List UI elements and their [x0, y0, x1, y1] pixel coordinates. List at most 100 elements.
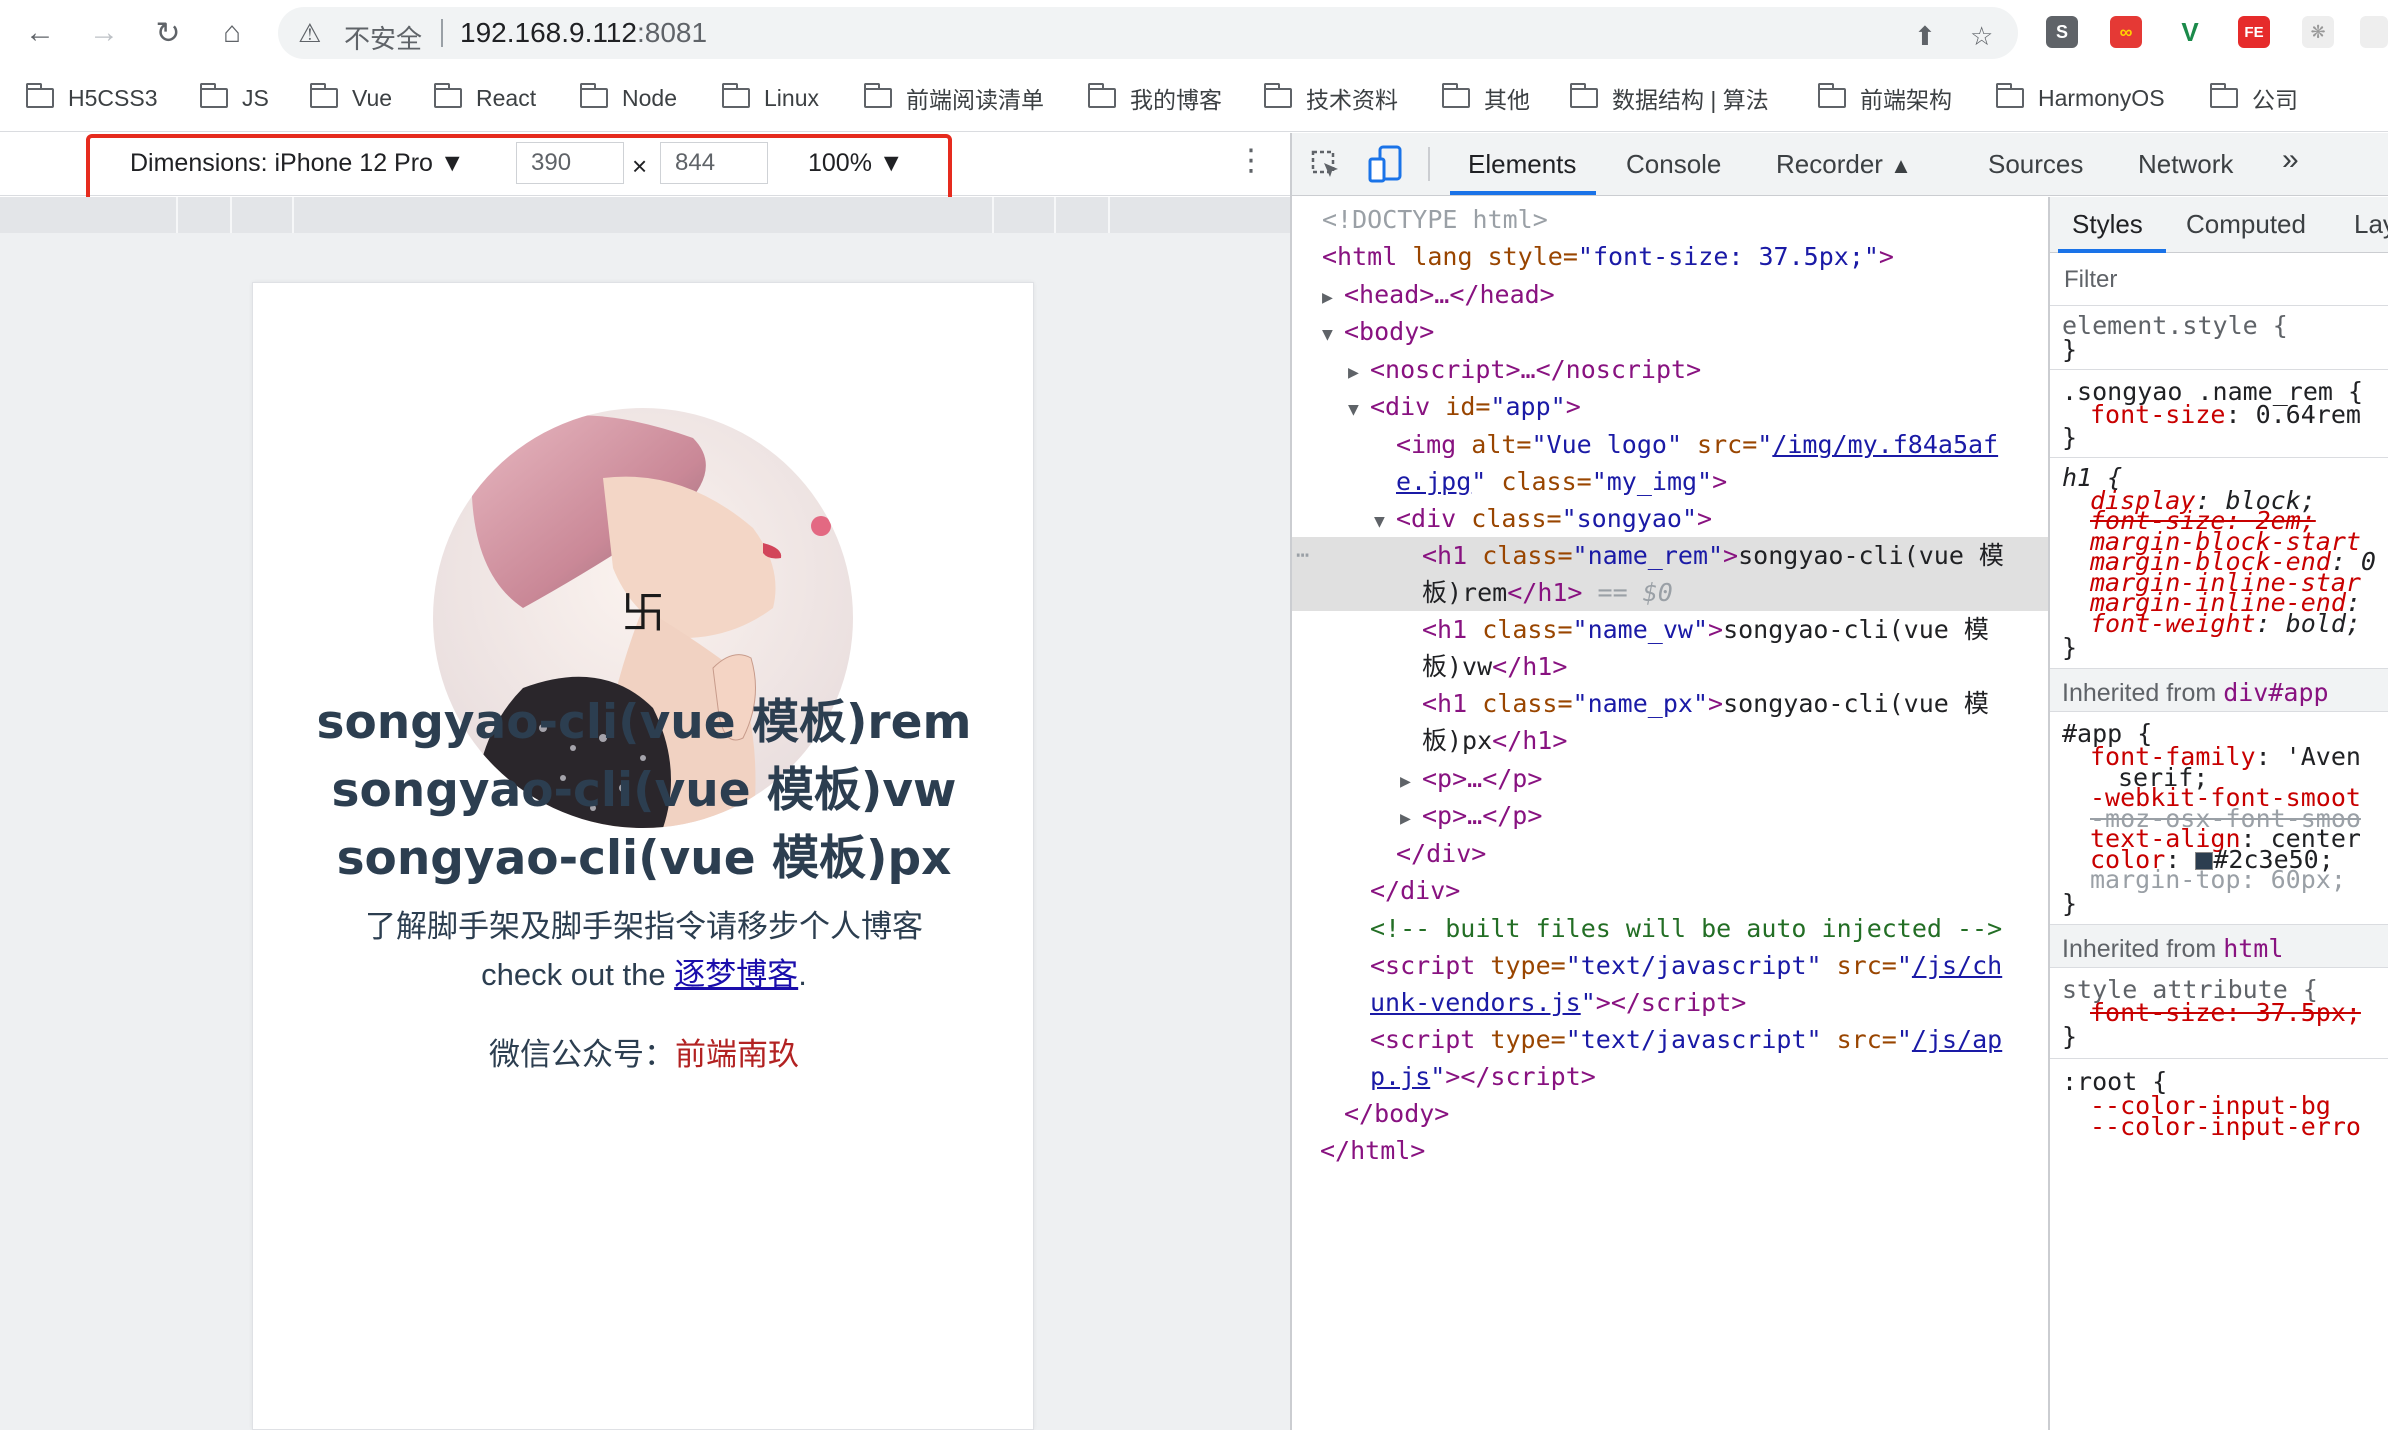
address-bar[interactable]: ⚠ 不安全 192.168.9.112:8081 ⬆ ☆: [278, 7, 2018, 59]
dom-div-close[interactable]: </div>: [1396, 835, 2152, 872]
bookmark-folder[interactable]: Vue: [310, 80, 392, 116]
ruler-segment[interactable]: [992, 197, 994, 233]
bookmark-folder[interactable]: 公司: [2210, 80, 2298, 116]
expand-arrow-icon[interactable]: ▶: [1348, 354, 1370, 391]
dom-head[interactable]: ▶ <head>…</head>: [1322, 276, 2078, 313]
extension-overflow-icon[interactable]: [2360, 16, 2388, 48]
vendors-link-cont[interactable]: unk-vendors.js: [1370, 988, 1581, 1017]
tab-sources[interactable]: Sources: [1988, 149, 2083, 180]
folder-icon: [2210, 83, 2238, 108]
style-attribute-prop[interactable]: font-size: 37.5px;: [2090, 998, 2361, 1027]
ruler-segment[interactable]: [176, 197, 178, 233]
dom-script-app[interactable]: <script type="text/javascript" src="/js/…: [1370, 1021, 2126, 1058]
extension-s-icon[interactable]: S: [2046, 16, 2078, 48]
bookmark-folder[interactable]: 前端阅读清单: [864, 80, 1044, 116]
forward-icon[interactable]: →: [84, 13, 124, 53]
reload-icon[interactable]: ↻: [148, 13, 188, 53]
dom-body[interactable]: ▼ <body>: [1322, 313, 2078, 350]
extension-puzzle-icon[interactable]: ❋: [2302, 16, 2334, 48]
dom-noscript[interactable]: ▶ <noscript>…</noscript>: [1348, 351, 2104, 388]
dom-body-close[interactable]: </body>: [1344, 1095, 2100, 1132]
expand-arrow-icon[interactable]: ▶: [1400, 763, 1422, 800]
url-text[interactable]: 192.168.9.112:8081: [460, 17, 707, 49]
dom-div-songyao[interactable]: ▼ <div class="songyao">: [1374, 500, 2130, 537]
dom-html[interactable]: <html lang style="font-size: 37.5px;">: [1322, 238, 2078, 275]
devtools-tabbar: Elements Console Recorder ▲ Sources Netw…: [1292, 133, 2388, 196]
dom-p[interactable]: ▶ <p>…</p>: [1400, 797, 2156, 834]
inherited-selector-link[interactable]: html: [2223, 934, 2283, 963]
inherited-selector-link[interactable]: div#app: [2223, 678, 2328, 707]
home-icon[interactable]: ⌂: [212, 13, 252, 53]
tab-styles[interactable]: Styles: [2072, 209, 2143, 240]
warning-icon: ⚠: [298, 18, 322, 48]
dom-div-app[interactable]: ▼ <div id="app">: [1348, 388, 2104, 425]
dom-doctype[interactable]: <!DOCTYPE html>: [1322, 201, 2078, 238]
elements-tree: ⋯ <!DOCTYPE html> <html lang style="font…: [1292, 197, 2048, 1430]
tab-computed[interactable]: Computed: [2186, 209, 2306, 240]
tab-elements[interactable]: Elements: [1468, 149, 1576, 180]
device-toggle-icon[interactable]: [1368, 145, 1402, 183]
app-js-link-cont[interactable]: p.js: [1370, 1062, 1430, 1091]
vendors-link[interactable]: /js/ch: [1912, 951, 2002, 980]
dom-html-close[interactable]: </html>: [1320, 1132, 2076, 1169]
dom-script-app-cont[interactable]: p.js"></script>: [1370, 1058, 2126, 1095]
extension-fe-icon[interactable]: FE: [2238, 16, 2270, 48]
dom-script-vendors[interactable]: <script type="text/javascript" src="/js/…: [1370, 947, 2126, 984]
ruler-segment[interactable]: [292, 197, 294, 233]
element-style-selector[interactable]: element.style {: [2062, 311, 2288, 340]
dom-img-cont[interactable]: e.jpg" class="my_img">: [1396, 463, 2152, 500]
tab-console[interactable]: Console: [1626, 149, 1721, 180]
back-icon[interactable]: ←: [20, 13, 60, 53]
bookmark-folder[interactable]: 其他: [1442, 80, 1530, 116]
collapse-arrow-icon[interactable]: ▼: [1348, 391, 1370, 428]
share-icon[interactable]: ⬆: [1914, 21, 1936, 52]
rule-name-rem-prop[interactable]: font-size: 0.64rem: [2090, 400, 2361, 429]
highlight-box: [86, 134, 952, 204]
bookmark-folder[interactable]: Linux: [722, 80, 819, 116]
ruler-segment[interactable]: [230, 197, 232, 233]
app-prop-margin-top[interactable]: margin-top: 60px;: [2090, 865, 2346, 894]
tab-layout[interactable]: Lay: [2354, 209, 2388, 240]
bookmark-folder[interactable]: 前端架构: [1818, 80, 1952, 116]
img-src-link-cont[interactable]: e.jpg: [1396, 467, 1471, 496]
folder-icon: [1818, 83, 1846, 108]
more-options-icon[interactable]: ⋮: [1236, 143, 1266, 178]
rule-close: }: [2062, 335, 2078, 364]
bookmark-star-icon[interactable]: ☆: [1970, 21, 1993, 52]
ruler-segment[interactable]: [1108, 197, 1110, 233]
bookmark-folder[interactable]: 技术资料: [1264, 80, 1398, 116]
dom-div-close[interactable]: </div>: [1370, 872, 2126, 909]
rule-close: }: [2062, 889, 2078, 918]
bookmark-folder[interactable]: 数据结构 | 算法: [1570, 80, 1769, 116]
heading-rem: songyao-cli(vue 模板)rem: [316, 695, 972, 750]
dom-comment[interactable]: <!-- built files will be auto injected -…: [1370, 910, 2126, 947]
bookmark-folder[interactable]: 我的博客: [1088, 80, 1222, 116]
expand-arrow-icon[interactable]: ▶: [1400, 800, 1422, 837]
more-tabs-icon[interactable]: »: [2282, 143, 2299, 177]
root-prop-input-error[interactable]: --color-input-erro: [2090, 1112, 2361, 1141]
folder-icon: [200, 83, 228, 108]
dom-p[interactable]: ▶ <p>…</p>: [1400, 760, 2156, 797]
img-src-link[interactable]: /img/my.f84a5af: [1772, 430, 1998, 459]
extension-vue-icon[interactable]: V: [2174, 16, 2206, 48]
row-menu-dots[interactable]: ⋯: [1296, 543, 1309, 568]
inspect-element-icon[interactable]: [1310, 149, 1342, 181]
collapse-arrow-icon[interactable]: ▼: [1322, 316, 1344, 353]
bookmark-folder[interactable]: Node: [580, 80, 677, 116]
extension-infinity-icon[interactable]: ∞: [2110, 16, 2142, 48]
app-js-link[interactable]: /js/ap: [1912, 1025, 2002, 1054]
bookmark-folder[interactable]: H5CSS3: [26, 80, 157, 116]
styles-pane: Styles Computed Lay Filter element.style…: [2050, 197, 2388, 1430]
filter-input[interactable]: Filter: [2050, 254, 2388, 306]
blog-link[interactable]: 逐梦博客: [674, 957, 798, 992]
dom-img[interactable]: <img alt="Vue logo" src="/img/my.f84a5af: [1396, 426, 2152, 463]
bookmark-folder[interactable]: JS: [200, 80, 269, 116]
ruler-segment[interactable]: [1054, 197, 1056, 233]
tab-recorder[interactable]: Recorder ▲: [1776, 149, 1912, 180]
expand-arrow-icon[interactable]: ▶: [1322, 279, 1344, 316]
tab-network[interactable]: Network: [2138, 149, 2233, 180]
dom-script-vendors-cont[interactable]: unk-vendors.js"></script>: [1370, 984, 2126, 1021]
bookmark-folder[interactable]: React: [434, 80, 536, 116]
collapse-arrow-icon[interactable]: ▼: [1374, 503, 1396, 540]
bookmark-folder[interactable]: HarmonyOS: [1996, 80, 2165, 116]
